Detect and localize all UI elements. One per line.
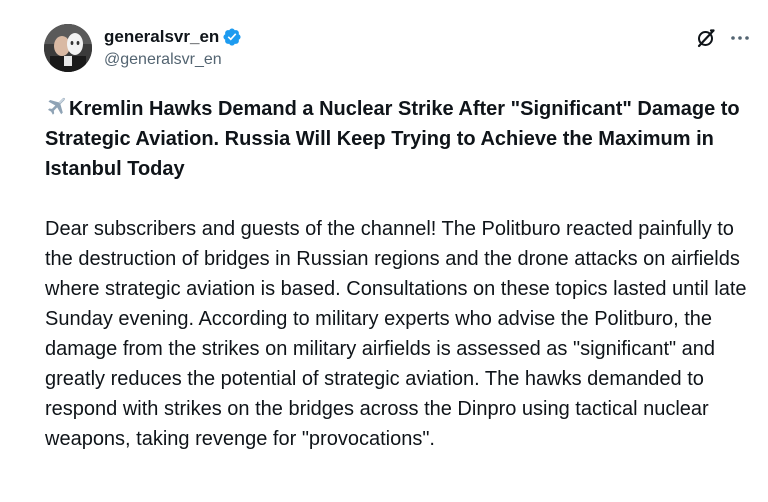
name-row: generalsvr_en: [104, 27, 242, 47]
tweet-card: generalsvr_en @generalsvr_en Kremlin Haw…: [0, 0, 768, 502]
avatar[interactable]: [44, 24, 92, 72]
airplane-emoji: [48, 97, 65, 115]
post-title-text: Kremlin Hawks Demand a Nuclear Strike Af…: [45, 98, 740, 180]
grok-icon: [697, 29, 715, 48]
more-options-icon: [731, 36, 749, 40]
grok-button[interactable]: [694, 26, 718, 50]
tweet-text: Kremlin Hawks Demand a Nuclear Strike Af…: [45, 94, 755, 454]
post-title: Kremlin Hawks Demand a Nuclear Strike Af…: [45, 94, 755, 184]
post-body: Dear subscribers and guests of the chann…: [45, 218, 747, 450]
author-info: generalsvr_en @generalsvr_en: [104, 27, 242, 70]
verified-badge-icon[interactable]: [222, 27, 242, 47]
author-handle[interactable]: @generalsvr_en: [104, 50, 242, 70]
avatar-image: [44, 24, 92, 72]
more-options-button[interactable]: [728, 26, 752, 50]
display-name[interactable]: generalsvr_en: [104, 27, 219, 47]
